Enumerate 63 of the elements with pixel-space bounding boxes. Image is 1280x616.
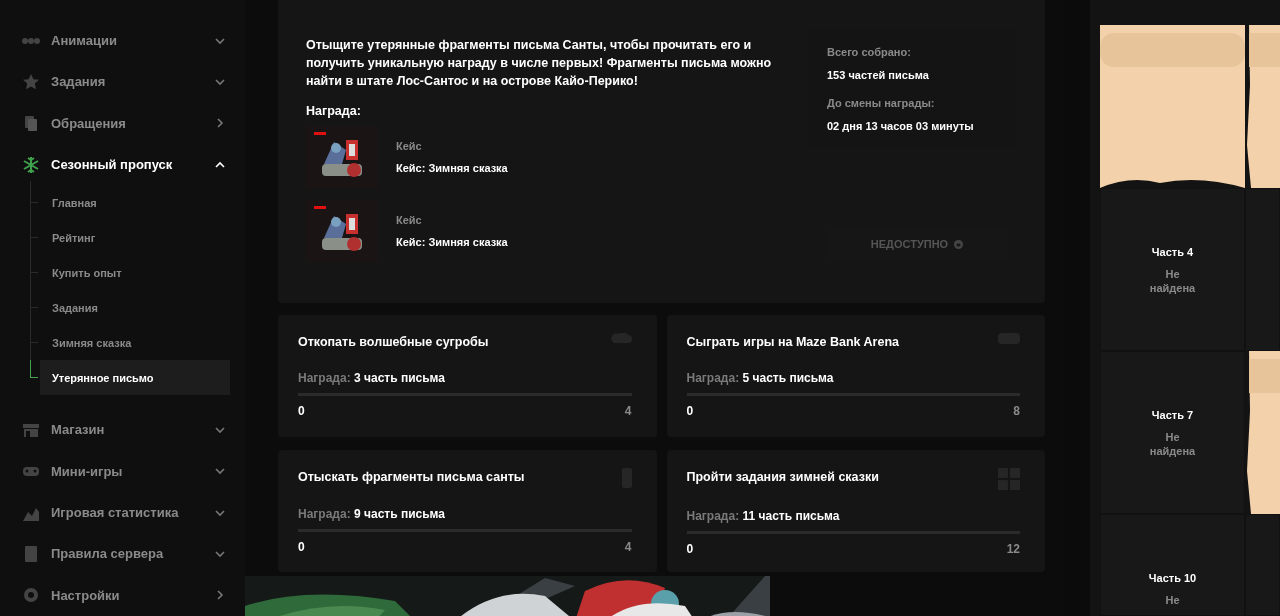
task-title: Отыскать фрагменты письма санты	[298, 469, 525, 486]
progress-current: 0	[686, 402, 694, 420]
snowflake-icon	[22, 155, 40, 174]
chevron-up-icon	[215, 159, 225, 170]
dots-icon	[22, 37, 40, 44]
part-title: Часть 10	[1148, 571, 1197, 586]
lock-icon	[954, 239, 964, 249]
chevron-right-icon	[215, 590, 225, 601]
part-title: Часть 4	[1151, 245, 1194, 260]
part-title: Часть 7	[1151, 408, 1194, 423]
reward-name: Кейс: Зимняя сказка	[396, 235, 508, 250]
reward-heading: Награда:	[306, 103, 362, 120]
stat-label: До смены награды:	[827, 96, 936, 111]
sidebar-subitem[interactable]: Зимняя сказка	[40, 325, 230, 361]
sidebar-item[interactable]: Магазин	[0, 409, 245, 451]
sidebar-item[interactable]: Обращения	[0, 102, 245, 144]
chevron-down-icon	[215, 424, 225, 435]
progress-total: 8	[1013, 402, 1020, 420]
stat-label: Всего собрано:	[827, 45, 912, 60]
task-title: Сыграть игры на Maze Bank Arena	[686, 334, 899, 351]
reward-name: Кейс: Зимняя сказка	[396, 161, 508, 176]
chevron-down-icon	[215, 548, 225, 559]
description-text: Отыщите утерянные фрагменты письма Санты, чтобы прочитать его и получить уникальную награду в числе первых! Фрагменты письма можно найти в штате Лос-Сантос и на острове Кайо-Перико!	[306, 37, 773, 90]
gear-icon	[22, 586, 40, 605]
sidebar-subitem[interactable]: Купить опыт	[40, 255, 230, 291]
sidebar-item[interactable]: Настройки	[0, 574, 245, 616]
task-title: Откопать волшебные сугробы	[298, 334, 489, 351]
part-status: Не найдена	[1148, 266, 1197, 295]
sidebar-item[interactable]: Мини-игры	[0, 450, 245, 492]
stat-value: 02 дня 13 часов 03 минуты	[827, 118, 975, 134]
chevron-down-icon	[215, 466, 225, 477]
progress-current: 0	[298, 539, 305, 556]
task-title: Пройти задания зимней сказки	[686, 469, 879, 486]
sidebar-item[interactable]: Анимации	[0, 20, 245, 62]
task-reward: Награда: 9 часть письма	[298, 506, 446, 523]
chevron-right-icon	[215, 118, 225, 129]
task-reward: Награда: 5 часть письма	[686, 369, 835, 387]
part-status: Не	[1164, 592, 1181, 607]
progress-total: 4	[624, 539, 632, 556]
sidebar-item[interactable]: Сезонный пропуск	[0, 144, 245, 186]
task-reward: Награда: 11 часть письма	[686, 508, 841, 525]
chevron-down-icon	[215, 507, 225, 518]
part-status: Не найдена	[1148, 429, 1197, 458]
star-icon	[22, 73, 40, 91]
task-reward: Награда: 3 часть письма	[298, 369, 446, 387]
chevron-down-icon	[215, 35, 225, 46]
sidebar-subitem[interactable]: Главная	[40, 185, 230, 221]
progress-total: 12	[1006, 541, 1020, 558]
stat-value: 153 частей письма	[827, 67, 930, 83]
document-icon	[22, 114, 40, 133]
chevron-down-icon	[215, 77, 225, 87]
progress-total: 4	[624, 402, 632, 420]
sidebar-subitem[interactable]: Задания	[40, 290, 230, 326]
sidebar-item[interactable]: Правила сервера	[0, 533, 245, 575]
progress-current: 0	[298, 402, 305, 420]
sidebar-item[interactable]: Задания	[0, 61, 245, 103]
reward-type: Кейс	[396, 138, 423, 154]
sidebar-subitem[interactable]: Рейтинг	[40, 220, 230, 256]
sidebar-item[interactable]: Игровая статистика	[0, 491, 245, 534]
reward-type: Кейс	[396, 212, 423, 228]
sidebar-subitem[interactable]: Утерянное письмо	[40, 360, 230, 396]
progress-current: 0	[686, 541, 694, 558]
document-icon	[22, 544, 40, 563]
